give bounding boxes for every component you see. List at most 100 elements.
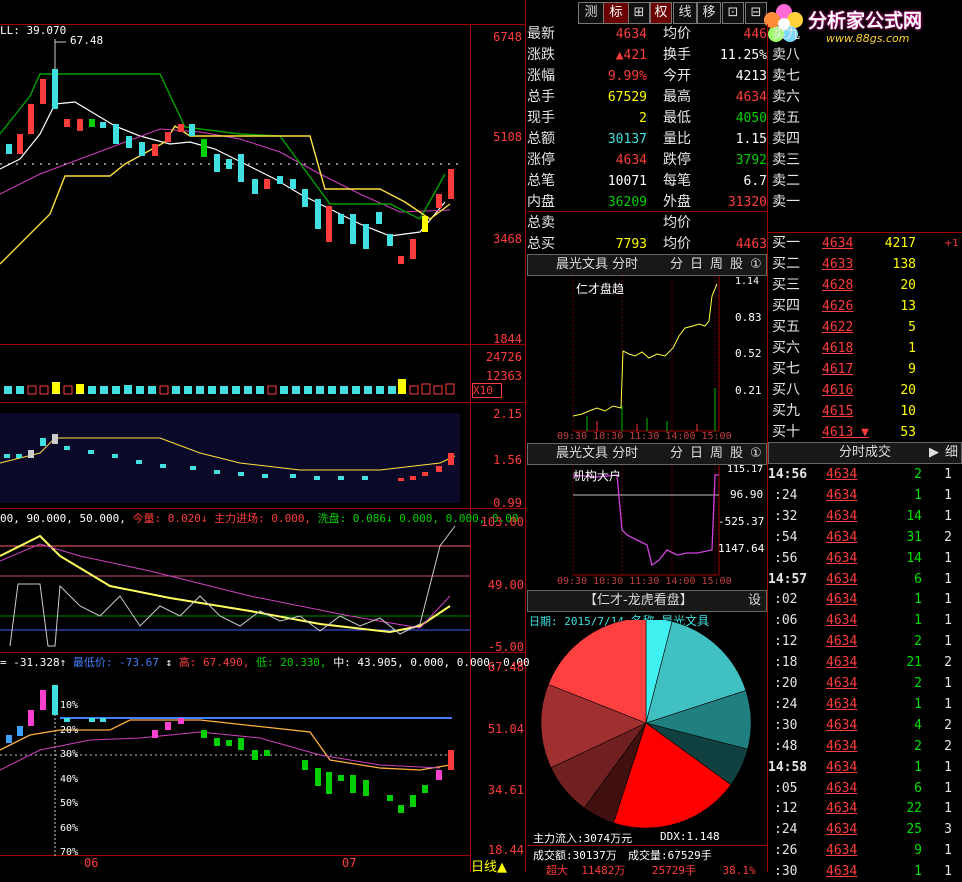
- buy-level[interactable]: 买四 4626 13: [772, 296, 958, 317]
- panel2-tab-info[interactable]: ①: [750, 444, 762, 464]
- buy-level[interactable]: 买五 4622 5: [772, 317, 958, 338]
- sell-level[interactable]: 卖二: [772, 171, 958, 192]
- quote-row: 均价 4463: [663, 234, 767, 255]
- tick-price: 4634: [826, 508, 858, 524]
- tick-price: 4634: [826, 738, 858, 754]
- quote-value: 4634: [615, 27, 647, 42]
- panel2-tab-day[interactable]: 日: [690, 444, 703, 464]
- quote-row: 总卖: [527, 213, 647, 234]
- quote-key: 涨停: [527, 152, 555, 168]
- quote-key: 总买: [527, 236, 555, 252]
- toolbar-btn-mark[interactable]: 标: [603, 2, 629, 24]
- panel3-settings-button[interactable]: 设: [748, 591, 761, 611]
- sell-level-label: 卖三: [772, 152, 800, 168]
- buy-level-qty: 1: [908, 341, 916, 356]
- toolbar-btn-rights[interactable]: 权: [650, 2, 672, 24]
- buy-level-label: 买二: [772, 256, 800, 272]
- tick-time: :02: [774, 592, 798, 608]
- buy-level[interactable]: 买七 4617 9: [772, 359, 958, 380]
- sell-level-label: 卖八: [772, 47, 800, 63]
- volume-unit[interactable]: X10: [472, 383, 502, 398]
- volume-bars: [4, 379, 455, 395]
- tick-price: 4634: [826, 676, 858, 691]
- ticks-play-icon[interactable]: ▶: [929, 443, 939, 463]
- panel1-axis-3: 0.52: [735, 347, 762, 360]
- buy-level[interactable]: 买一 4634 4217 +1: [772, 233, 959, 254]
- panel1-tab-day[interactable]: 日: [690, 255, 703, 275]
- buy-level[interactable]: 买三 4628 20: [772, 275, 958, 296]
- panel1-tab-info[interactable]: ①: [750, 255, 762, 275]
- panel1-chart[interactable]: [527, 276, 767, 444]
- buy-level-label: 买一: [772, 235, 800, 251]
- sell-level[interactable]: 卖九: [772, 24, 958, 45]
- toolbar-btn-move[interactable]: 移: [697, 2, 721, 24]
- tick-row: :30 4634 4 2: [768, 715, 962, 736]
- tick-volume: 1: [914, 487, 922, 503]
- tick-count: 1: [944, 759, 952, 775]
- sell-level[interactable]: 卖三: [772, 150, 958, 171]
- period-button[interactable]: 日线▲: [471, 856, 507, 875]
- quote-value: 6.7: [743, 174, 767, 189]
- quote-value: 4050: [735, 111, 767, 126]
- panel1-times: 09:30 10:30 11:30 14:00 15:00: [557, 431, 732, 442]
- tick-row: 14:57 4634 6 1: [768, 569, 962, 590]
- tick-time: :32: [774, 508, 798, 524]
- toolbar-btn-window[interactable]: ⊡: [722, 2, 744, 24]
- panel1-tab-stock[interactable]: 股: [730, 255, 743, 275]
- panel2-title[interactable]: 晨光文具 分时: [556, 444, 638, 464]
- sell-level[interactable]: 卖七: [772, 66, 958, 87]
- buy-level[interactable]: 买八 4616 20: [772, 380, 958, 401]
- quote-row: 量比 1.15: [663, 129, 767, 150]
- pie-chart[interactable]: [527, 620, 767, 830]
- toolbar-btn-line[interactable]: 线: [673, 2, 697, 24]
- indicator-2: [0, 525, 470, 647]
- quote-row: 涨停 4634: [527, 150, 647, 171]
- quote-key: 量比: [663, 131, 691, 147]
- ticks-detail-button[interactable]: 细: [945, 443, 958, 463]
- buy-level[interactable]: 买九 4615 10: [772, 401, 958, 422]
- panel2-tab-min[interactable]: 分: [670, 444, 683, 464]
- sell-level[interactable]: 卖四: [772, 129, 958, 150]
- panel3-inflow: 主力流入:3074万元: [533, 832, 633, 845]
- toolbar-btn-grid[interactable]: ⊞: [628, 2, 650, 24]
- tick-time: :24: [774, 822, 798, 838]
- buy-level[interactable]: 买六 4618 1: [772, 338, 958, 359]
- volume-axis-2: 12363: [485, 369, 522, 383]
- tick-count: 1: [944, 550, 952, 566]
- quote-row: 最新 4634: [527, 24, 647, 45]
- buy-level-price: 4628: [822, 278, 854, 293]
- tick-count: 1: [944, 487, 952, 503]
- quote-value: 4213: [735, 69, 767, 84]
- panel1-header: 晨光文具 分时 分 日 周 股 ①: [527, 254, 767, 276]
- peak-label: 67.48: [70, 34, 104, 47]
- price-axis-1: 6748: [493, 30, 522, 44]
- tick-row: :05 4634 6 1: [768, 778, 962, 799]
- tick-count: 1: [944, 613, 952, 629]
- panel2-tab-stock[interactable]: 股: [730, 444, 743, 464]
- tick-count: 1: [944, 676, 952, 691]
- tick-volume: 21: [906, 655, 922, 671]
- sell-level[interactable]: 卖八: [772, 45, 958, 66]
- toolbar-btn-measure[interactable]: 测: [578, 2, 604, 24]
- quote-key: 每笔: [663, 173, 691, 189]
- sell-level[interactable]: 卖六: [772, 87, 958, 108]
- sell-level-label: 卖二: [772, 173, 800, 189]
- panel1-title[interactable]: 晨光文具 分时: [556, 255, 638, 275]
- tick-volume: 1: [914, 592, 922, 608]
- quote-key: 外盘: [663, 194, 691, 210]
- buy-level[interactable]: 买二 4633 138: [772, 254, 958, 275]
- panel1-tab-week[interactable]: 周: [710, 255, 723, 275]
- sell-level[interactable]: 卖一: [772, 192, 958, 213]
- panel1-tab-min[interactable]: 分: [670, 255, 683, 275]
- tick-row: :12 4634 2 1: [768, 631, 962, 652]
- tick-volume: 4: [914, 717, 922, 733]
- tick-row: :12 4634 22 1: [768, 798, 962, 819]
- tick-row: :24 4634 1 1: [768, 694, 962, 715]
- sell-level-label: 卖一: [772, 194, 800, 210]
- buy-level[interactable]: 买十 4613 ▼ 53: [772, 422, 958, 443]
- panel2-tab-week[interactable]: 周: [710, 444, 723, 464]
- tick-volume: 9: [914, 843, 922, 859]
- buy-level-label: 买七: [772, 361, 800, 377]
- tick-time: 14:57: [768, 571, 808, 587]
- sell-level[interactable]: 卖五: [772, 108, 958, 129]
